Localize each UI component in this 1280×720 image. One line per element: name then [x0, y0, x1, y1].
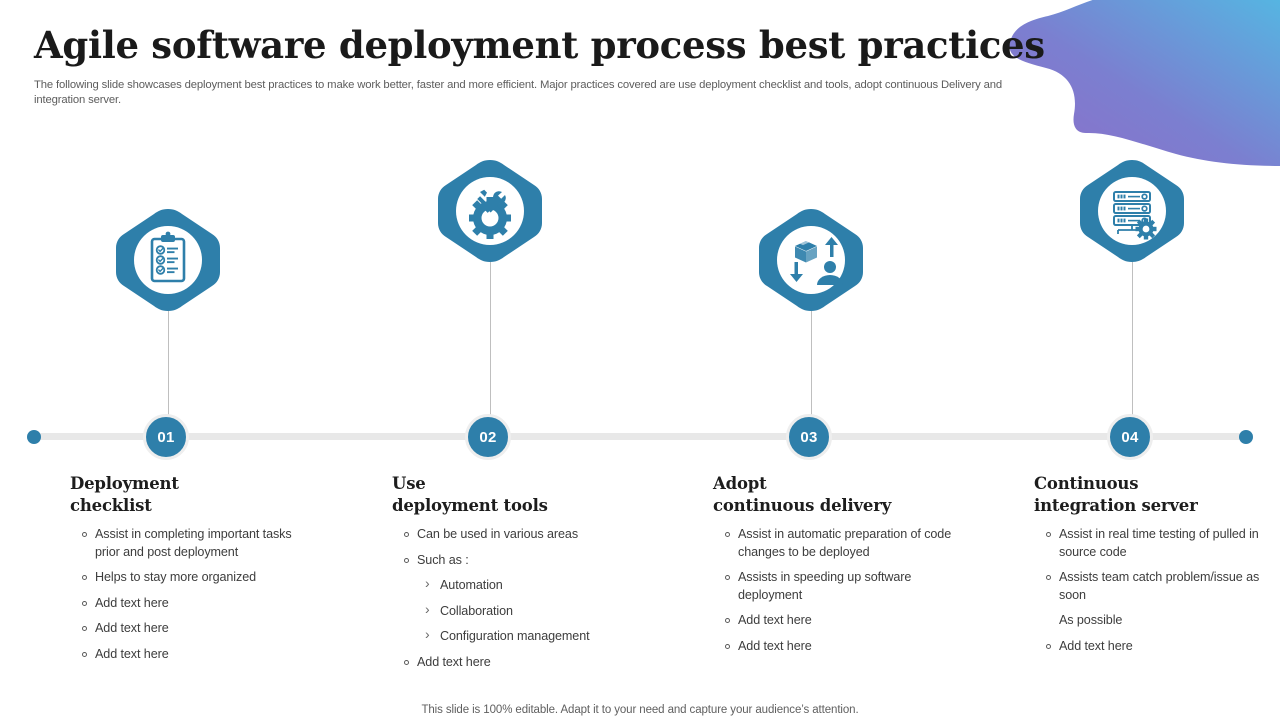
timeline-step-1[interactable]: 01 Deployment checklist Assist in comple…	[8, 0, 308, 720]
list-item: Add text here	[70, 646, 310, 664]
list-item: Assists in speeding up software deployme…	[713, 569, 953, 604]
list-item: Assist in real time testing of pulled in…	[1034, 526, 1274, 561]
list-item-continuation: As possible	[1059, 613, 1123, 627]
step-bullet-list: Assist in automatic preparation of code …	[713, 526, 953, 655]
timeline-step-2[interactable]: 02 Use deployment tools Can be used in v…	[330, 0, 630, 720]
list-item: Assist in completing important tasks pri…	[70, 526, 310, 561]
step-number-badge[interactable]: 02	[465, 414, 511, 460]
step-text-block: Continuous integration server Assist in …	[1034, 473, 1274, 663]
step-heading-line2: integration server	[1034, 496, 1198, 515]
step-bullet-list: Assist in real time testing of pulled in…	[1034, 526, 1274, 655]
step-heading-line1: Adopt	[713, 474, 767, 493]
step-number-badge[interactable]: 04	[1107, 414, 1153, 460]
step-heading: Continuous integration server	[1034, 473, 1274, 517]
footer-note: This slide is 100% editable. Adapt it to…	[421, 704, 859, 716]
step-heading-line1: Continuous	[1034, 474, 1139, 493]
list-item: Collaboration	[392, 601, 632, 621]
hexagon-badge-3[interactable]	[751, 205, 871, 315]
step-heading-line1: Use	[392, 474, 426, 493]
step-bullet-list: Can be used in various areas Such as : A…	[392, 526, 632, 671]
server-rack-gear-icon	[1080, 160, 1184, 262]
step-heading: Use deployment tools	[392, 473, 632, 517]
step-heading: Adopt continuous delivery	[713, 473, 953, 517]
list-item: Automation	[392, 575, 632, 595]
hexagon-badge-2[interactable]	[430, 156, 550, 266]
step-heading-line1: Deployment	[70, 474, 179, 493]
clipboard-checklist-icon	[116, 209, 220, 311]
connector-line	[167, 311, 169, 422]
step-number-badge[interactable]: 01	[143, 414, 189, 460]
step-heading: Deployment checklist	[70, 473, 310, 517]
connector-line	[489, 262, 491, 422]
gear-tools-icon	[438, 160, 542, 262]
list-item: Add text here	[70, 595, 310, 613]
list-item: Assists team catch problem/issue as soon	[1034, 569, 1274, 604]
step-text-block: Deployment checklist Assist in completin…	[70, 473, 310, 671]
list-item: Helps to stay more organized	[70, 569, 310, 587]
list-item: Add text here	[392, 654, 632, 672]
step-text-block: Adopt continuous delivery Assist in auto…	[713, 473, 953, 663]
list-item: Such as :	[392, 552, 632, 570]
connector-line	[1131, 262, 1133, 422]
list-item: Assist in automatic preparation of code …	[713, 526, 953, 561]
hexagon-badge-4[interactable]	[1072, 156, 1192, 266]
list-item: Add text here	[1034, 638, 1274, 656]
list-item: Configuration management	[392, 626, 632, 646]
list-item: Add text here	[70, 620, 310, 638]
timeline-step-4[interactable]: 04 Continuous integration server Assist …	[972, 0, 1272, 720]
list-item: Can be used in various areas	[392, 526, 632, 544]
step-heading-line2: deployment tools	[392, 496, 548, 515]
timeline-step-3[interactable]: 03 Adopt continuous delivery Assist in a…	[651, 0, 951, 720]
list-item: Add text here	[713, 612, 953, 630]
step-heading-line2: continuous delivery	[713, 496, 892, 515]
step-number-badge[interactable]: 03	[786, 414, 832, 460]
connector-line	[810, 311, 812, 422]
list-item: Add text here	[713, 638, 953, 656]
step-bullet-list: Assist in completing important tasks pri…	[70, 526, 310, 663]
hexagon-badge-1[interactable]	[108, 205, 228, 315]
step-text-block: Use deployment tools Can be used in vari…	[392, 473, 632, 679]
package-delivery-person-icon	[759, 209, 863, 311]
step-heading-line2: checklist	[70, 496, 152, 515]
